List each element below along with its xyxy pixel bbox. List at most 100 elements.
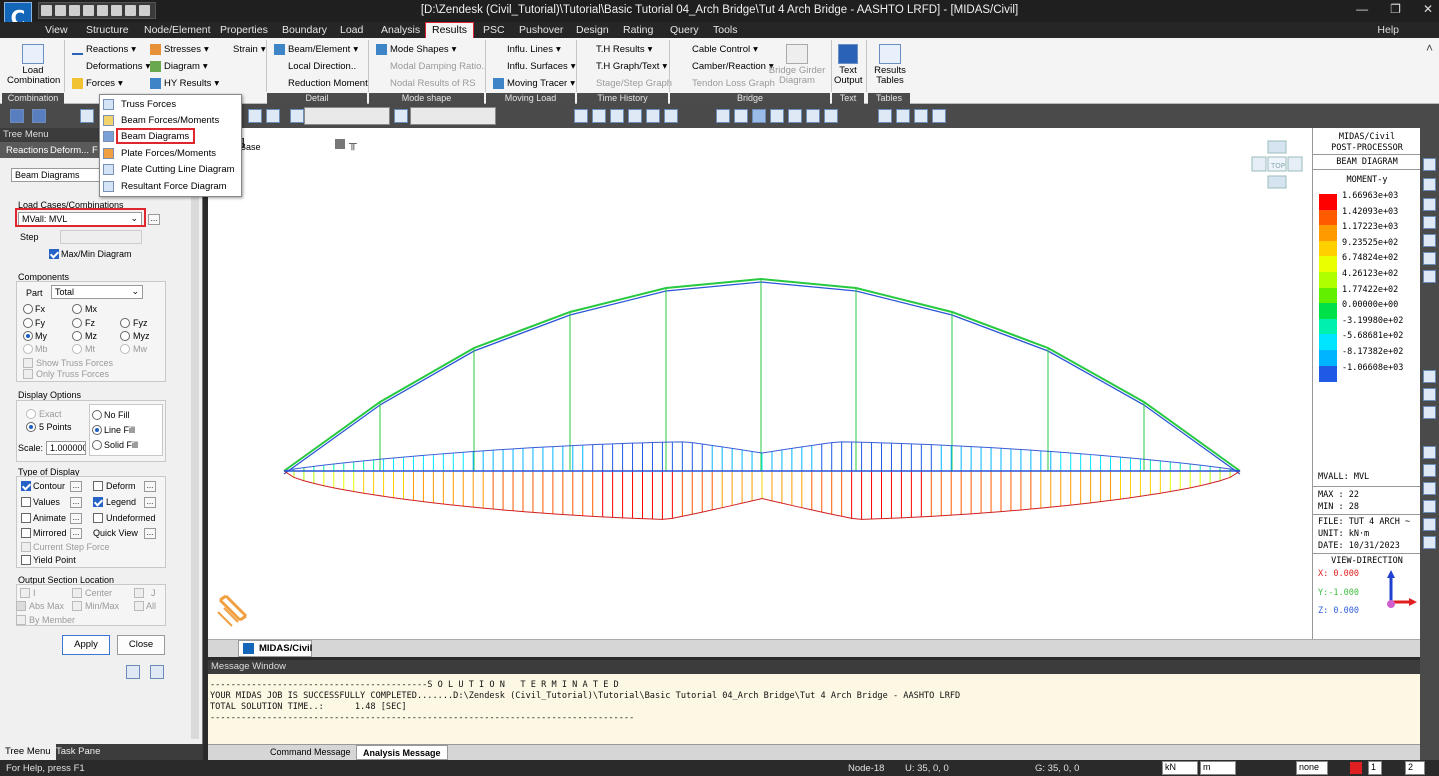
pointer-icon[interactable] [290,109,304,123]
th-graph-button[interactable]: T.H Graph/Text ▾ [582,61,667,72]
view-top-icon[interactable] [592,109,606,123]
color-swatch[interactable] [1350,762,1362,774]
tab-properties[interactable]: Properties [220,24,268,36]
yield-point-checkbox[interactable] [21,555,31,565]
cable-control-button[interactable]: Cable Control ▾ [678,44,758,55]
tab-midas-civil[interactable]: MIDAS/Civil [238,640,312,657]
mirrored-more-button[interactable]: ... [70,528,82,539]
zoom-fit-icon[interactable] [716,109,730,123]
view-front-icon[interactable] [574,109,588,123]
local-direction-button[interactable]: Local Direction.. [274,61,356,72]
close-button[interactable]: Close [117,635,165,655]
undo-icon[interactable] [125,5,136,16]
abs-max-checkbox[interactable] [16,601,26,611]
result-type-dropdown[interactable]: Beam Diagrams [11,168,101,182]
show-truss-checkbox[interactable] [23,358,33,368]
radio-line-fill[interactable] [92,425,102,435]
radio-my[interactable] [23,331,33,341]
zoom-out-icon[interactable] [1423,482,1436,495]
tree-toggle-icon[interactable] [80,109,94,123]
perspective-icon[interactable] [770,109,784,123]
radio-solid-fill[interactable] [92,440,102,450]
tab-forces[interactable]: F [92,145,98,156]
nodal-results-rs-button[interactable]: Nodal Results of RS [376,78,476,89]
menu-item-plate-cutting[interactable]: Plate Cutting Line Diagram [100,162,243,178]
tab-task-pane[interactable]: Task Pane [56,746,100,757]
animate-checkbox[interactable] [21,513,31,523]
page-two-input[interactable]: 2 [1405,761,1425,775]
bridge-girder-diagram-button[interactable]: Bridge Girder Diagram [768,44,826,86]
step-dropdown[interactable] [60,230,142,244]
open-folder-icon[interactable] [69,5,80,16]
radio-mz[interactable] [72,331,82,341]
loc-i-checkbox[interactable] [20,588,30,598]
min-max-checkbox[interactable] [72,601,82,611]
max-min-checkbox[interactable] [49,249,59,259]
minimize-icon[interactable]: — [1356,2,1368,16]
contour-more-button[interactable]: ... [70,481,82,492]
unselect-icon[interactable] [266,109,280,123]
all-checkbox[interactable] [134,601,144,611]
beam-element-button[interactable]: Beam/Element ▾ [274,44,358,55]
snap-select[interactable]: none [1296,761,1328,775]
moving-tracer-button[interactable]: Moving Tracer ▾ [493,78,575,89]
tree-scrollbar[interactable] [191,159,199,739]
strain-button[interactable]: Strain ▾ [219,44,266,55]
results-tables-button[interactable]: Results Tables [872,44,908,86]
tendon-loss-graph-button[interactable]: Tendon Loss Graph [678,78,775,89]
zoom-window-icon[interactable] [1423,370,1436,383]
rotate-left-icon[interactable] [1423,518,1436,531]
hidden-icon[interactable] [734,109,748,123]
radio-mb[interactable] [23,344,33,354]
filter-dropdown[interactable] [410,107,496,125]
zoom-all-icon[interactable] [1423,500,1436,513]
tab-reactions[interactable]: Reactions [6,145,48,156]
page-one-input[interactable]: 1 [1368,761,1382,775]
help-menu[interactable]: Help [1377,24,1399,36]
tab-boundary[interactable]: Boundary [282,24,327,36]
grid-icon[interactable] [1423,216,1436,229]
tab-structure[interactable]: Structure [86,24,129,36]
animate-more-button[interactable]: ... [70,513,82,524]
modal-damping-button[interactable]: Modal Damping Ratio.. [376,61,487,72]
selection-dropdown[interactable] [304,107,390,125]
tab-query[interactable]: Query [670,24,699,36]
deform-more-button[interactable]: ... [144,481,156,492]
scale-input[interactable]: 1.000000 [46,441,86,455]
th-results-button[interactable]: T.H Results ▾ [582,44,652,55]
radio-fx[interactable] [23,304,33,314]
reduction-moment-button[interactable]: Reduction Moment [274,78,368,89]
radio-fyz[interactable] [120,318,130,328]
stage-step-graph-button[interactable]: Stage/Step Graph [582,78,672,89]
radio-mw[interactable] [120,344,130,354]
values-checkbox[interactable] [21,497,31,507]
forward-icon[interactable] [32,109,46,123]
values-more-button[interactable]: ... [70,497,82,508]
display-window-icon[interactable] [1423,252,1436,265]
legend-checkbox[interactable] [93,497,103,507]
text-output-button[interactable]: Text Output [834,44,863,86]
tab-pushover[interactable]: Pushover [519,24,563,36]
table-window-icon[interactable] [1423,178,1436,191]
export-icon[interactable] [126,665,140,679]
menu-item-truss-forces[interactable]: Truss Forces [100,97,243,113]
select-icon[interactable] [248,109,262,123]
print-icon[interactable] [111,5,122,16]
radio-fy[interactable] [23,318,33,328]
rotate-right-icon[interactable] [1423,536,1436,549]
by-member-checkbox[interactable] [16,615,26,625]
view-right-icon[interactable] [628,109,642,123]
current-step-checkbox[interactable] [21,542,31,552]
select-filter-icon[interactable] [394,109,408,123]
menu-item-beam-forces[interactable]: Beam Forces/Moments [100,113,243,129]
tab-deform[interactable]: Deform... [50,145,89,156]
radio-exact[interactable] [26,409,36,419]
length-unit-select[interactable]: m [1200,761,1236,775]
tab-view[interactable]: View [45,24,68,36]
lock-icon[interactable] [896,109,910,123]
ribbon-collapse-icon[interactable]: ˄ [1426,41,1433,55]
activate-icon[interactable] [878,109,892,123]
query-icon[interactable] [1423,270,1436,283]
display-icon[interactable] [788,109,802,123]
tab-rating[interactable]: Rating [623,24,653,36]
